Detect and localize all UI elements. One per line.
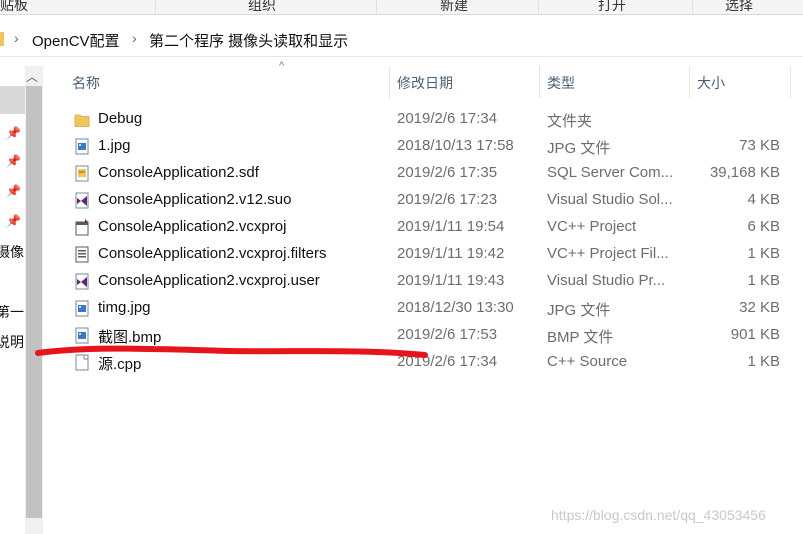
watermark-text: https://blog.csdn.net/qq_43053456 — [551, 507, 766, 523]
red-annotation-line — [35, 345, 428, 358]
